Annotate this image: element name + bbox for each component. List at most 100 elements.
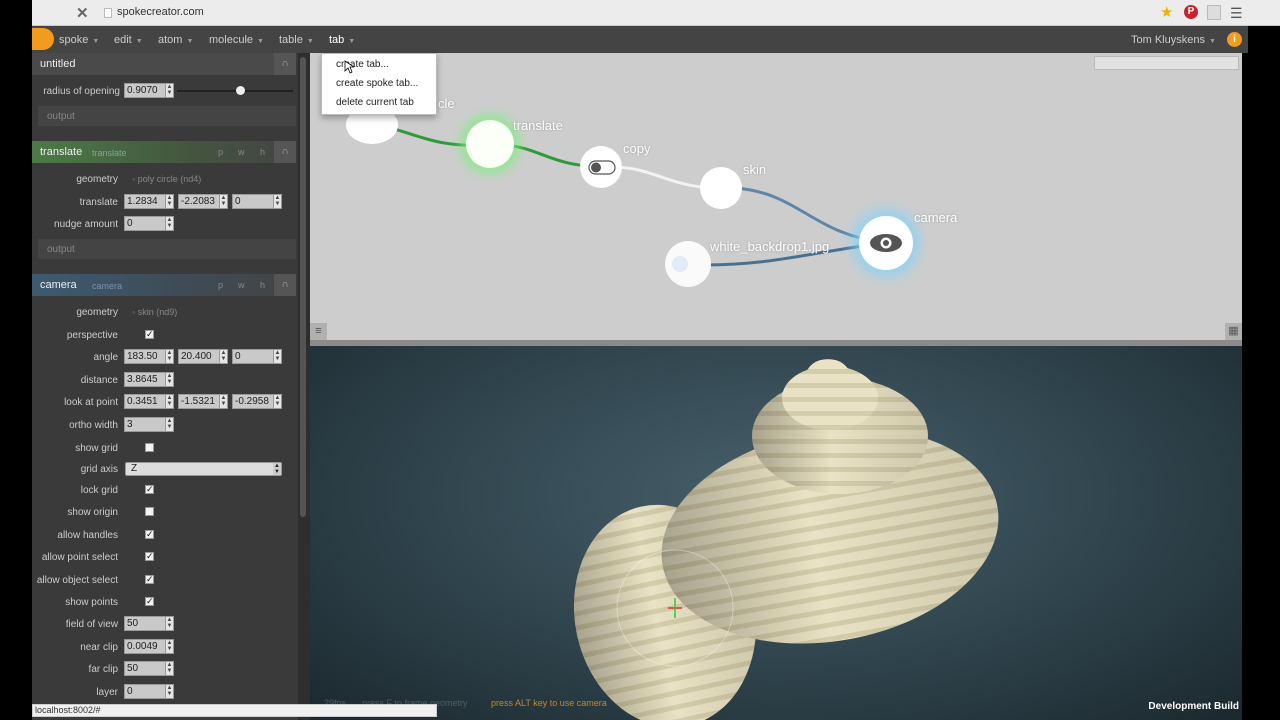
menu-table[interactable]: table ▼	[279, 34, 314, 46]
spinner-icon[interactable]: ▲ ▼	[273, 395, 281, 408]
section-header-translate[interactable]: translate translate p w h ∩	[32, 141, 296, 163]
pin-button[interactable]: p	[218, 147, 223, 157]
spinner-icon[interactable]: ▲ ▼	[165, 418, 173, 431]
node-graph[interactable]: cle translate copy skin camera white_bac…	[310, 53, 1242, 340]
radius-slider-track[interactable]	[177, 90, 293, 92]
nudge-input[interactable]: 0 ▲ ▼	[124, 216, 174, 231]
scrollbar-thumb[interactable]	[300, 57, 306, 517]
perspective-checkbox[interactable]: ✓	[145, 330, 154, 339]
lockgrid-checkbox[interactable]: ✓	[145, 485, 154, 494]
distance-label: distance	[80, 375, 118, 386]
collapse-icon[interactable]: ∩	[274, 274, 296, 296]
output-slot[interactable]: output	[38, 106, 296, 126]
menu-tab[interactable]: tab ▼	[329, 34, 355, 46]
tab-dropdown-menu: create tab... create spoke tab... delete…	[321, 53, 437, 115]
geometry-value: poly circle (nd4)	[137, 174, 202, 184]
row-geometry: geometry ◦ poly circle (nd4)	[32, 170, 296, 190]
spinner-icon[interactable]: ▲ ▼	[273, 195, 281, 208]
spinner-icon[interactable]: ▲ ▼	[165, 84, 173, 97]
ortho-input[interactable]: 3 ▲ ▼	[124, 417, 174, 432]
row-allowpoint: allow point select ✓	[32, 548, 296, 568]
menu-spoke[interactable]: spoke ▼	[59, 34, 99, 46]
translate-x-input[interactable]: 1.2834 ▲ ▼	[124, 194, 174, 209]
spinner-icon[interactable]: ▲ ▼	[165, 685, 173, 698]
pin-button[interactable]: p	[218, 280, 223, 290]
lookat-z-input[interactable]: -0.2958 ▲ ▼	[232, 394, 282, 409]
watch-button[interactable]: w	[238, 147, 245, 157]
spinner-icon[interactable]: ▲ ▼	[219, 195, 227, 208]
collapse-icon[interactable]: ∩	[274, 53, 296, 75]
radius-input[interactable]: 0.9070 ▲ ▼	[124, 83, 174, 98]
section-title: camera	[40, 279, 77, 291]
spinner-icon[interactable]: ▲ ▼	[165, 617, 173, 630]
menu-item-delete-tab[interactable]: delete current tab	[336, 97, 414, 108]
panel-scrollbar[interactable]	[298, 53, 310, 720]
collapse-icon[interactable]: ∩	[274, 141, 296, 163]
spinner-icon[interactable]: ▲ ▼	[165, 195, 173, 208]
fov-input[interactable]: 50 ▲ ▼	[124, 616, 174, 631]
close-icon[interactable]: ✕	[76, 4, 89, 22]
row-perspective: perspective ✓	[32, 326, 296, 346]
bookmark-star-icon[interactable]: ★	[1160, 3, 1173, 21]
spinner-icon[interactable]: ▲ ▼	[165, 350, 173, 363]
watch-button[interactable]: w	[238, 280, 245, 290]
output-label: output	[47, 111, 75, 122]
allowobject-checkbox[interactable]: ✓	[145, 575, 154, 584]
user-menu[interactable]: Tom Kluyskens ▼	[1131, 34, 1216, 46]
output-slot[interactable]: output	[38, 239, 296, 259]
pinterest-icon[interactable]: P	[1184, 5, 1198, 19]
menu-molecule[interactable]: molecule ▼	[209, 34, 264, 46]
layer-input[interactable]: 0 ▲ ▼	[124, 684, 174, 699]
far-input[interactable]: 50 ▲ ▼	[124, 661, 174, 676]
translate-z-input[interactable]: 0 ▲ ▼	[232, 194, 282, 209]
angle-x-input[interactable]: 183.50 ▲ ▼	[124, 349, 174, 364]
translate-x-value: 1.2834	[127, 196, 158, 207]
node-skin-body	[700, 167, 742, 209]
allowhandles-checkbox[interactable]: ✓	[145, 530, 154, 539]
angle-y-input[interactable]: 20.400 ▲ ▼	[178, 349, 228, 364]
distance-input[interactable]: 3.8645 ▲ ▼	[124, 372, 174, 387]
showpoints-checkbox[interactable]: ✓	[145, 597, 154, 606]
3d-viewport[interactable]: 29fps press F to frame geometry press AL…	[310, 346, 1242, 720]
lookat-x-input[interactable]: 0.3451 ▲ ▼	[124, 394, 174, 409]
hide-button[interactable]: h	[260, 280, 265, 290]
spinner-icon[interactable]: ▲ ▼	[219, 395, 227, 408]
showgrid-checkbox[interactable]	[145, 443, 154, 452]
allowpoint-checkbox[interactable]: ✓	[145, 552, 154, 561]
spinner-icon[interactable]: ▲ ▼	[165, 640, 173, 653]
spinner-icon[interactable]: ▲ ▼	[219, 350, 227, 363]
list-icon[interactable]: ≡	[310, 323, 327, 340]
browser-menu-icon[interactable]: ☰	[1230, 5, 1243, 22]
angle-z-input[interactable]: 0 ▲ ▼	[232, 349, 282, 364]
geometry-link[interactable]: ◦ poly circle (nd4)	[132, 174, 201, 184]
section-header-untitled[interactable]: untitled ∩	[32, 53, 296, 75]
gridaxis-select[interactable]: Z ▲ ▼	[125, 462, 282, 476]
showorigin-checkbox[interactable]	[145, 507, 154, 516]
graph-search-input[interactable]	[1094, 56, 1239, 70]
translate-y-input[interactable]: -2.2083 ▲ ▼	[178, 194, 228, 209]
spoke-logo[interactable]	[32, 28, 54, 50]
grid-icon[interactable]: ▦	[1225, 323, 1242, 340]
spinner-icon[interactable]: ▲ ▼	[165, 217, 173, 230]
geometry-link[interactable]: ◦ skin (nd9)	[132, 307, 177, 317]
lookat-x-value: 0.3451	[127, 396, 158, 407]
menu-item-create-spoke-tab[interactable]: create spoke tab...	[336, 78, 418, 89]
address-bar[interactable]: spokecreator.com	[117, 6, 204, 18]
node-translate-body	[466, 120, 514, 168]
spinner-icon[interactable]: ▲ ▼	[165, 662, 173, 675]
extension-icon[interactable]	[1207, 5, 1221, 20]
menu-atom[interactable]: atom ▼	[158, 34, 193, 46]
menu-edit-label: edit	[114, 34, 132, 46]
lookat-y-input[interactable]: -1.5321 ▲ ▼	[178, 394, 228, 409]
spinner-icon[interactable]: ▲ ▼	[165, 373, 173, 386]
near-input[interactable]: 0.0049 ▲ ▼	[124, 639, 174, 654]
spinner-icon[interactable]: ▲ ▼	[165, 395, 173, 408]
shell-render	[573, 359, 999, 720]
section-header-camera[interactable]: camera camera p w h ∩	[32, 274, 296, 296]
menu-edit[interactable]: edit ▼	[114, 34, 143, 46]
spinner-icon[interactable]: ▲ ▼	[273, 350, 281, 363]
node-label-camera: camera	[914, 210, 958, 225]
info-icon[interactable]: i	[1227, 32, 1242, 47]
node-label-translate: translate	[513, 118, 563, 133]
hide-button[interactable]: h	[260, 147, 265, 157]
